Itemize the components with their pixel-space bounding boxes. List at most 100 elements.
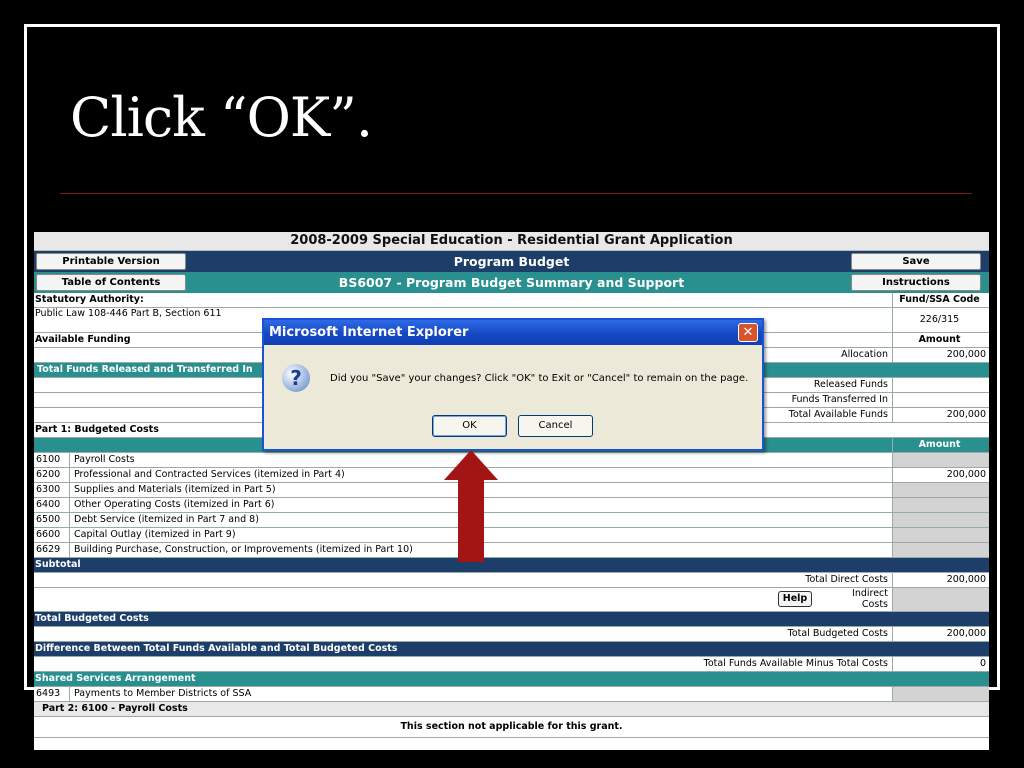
table-row: 6400 Other Operating Costs (itemized in P… bbox=[34, 498, 989, 513]
shared-services-desc: Payments to Member Districts of SSA bbox=[74, 688, 252, 699]
save-button[interactable]: Save bbox=[851, 253, 981, 270]
allocation-label: Allocation bbox=[841, 349, 888, 360]
object-amount[interactable] bbox=[892, 513, 989, 527]
part2-note-row: This section not applicable for this gra… bbox=[34, 717, 989, 738]
shared-services-label: Shared Services Arrangement bbox=[35, 673, 196, 684]
cancel-button[interactable]: Cancel bbox=[518, 415, 593, 437]
statutory-header-row: Statutory Authority: Fund/SSA Code bbox=[34, 293, 989, 308]
transferred-label: Funds Transferred In bbox=[791, 394, 888, 405]
application-title: 2008-2009 Special Education - Residentia… bbox=[34, 232, 989, 251]
object-description: Capital Outlay (itemized in Part 9) bbox=[74, 529, 236, 540]
table-row: 6600 Capital Outlay (itemized in Part 9) bbox=[34, 528, 989, 543]
schedule-bar: Table of Contents BS6007 - Program Budge… bbox=[34, 272, 989, 293]
part1-label: Part 1: Budgeted Costs bbox=[35, 424, 159, 435]
direct-costs-row: Total Direct Costs 200,000 bbox=[34, 573, 989, 588]
browser-page: 2008-2009 Special Education - Residentia… bbox=[34, 232, 989, 750]
total-available-value: 200,000 bbox=[892, 408, 989, 422]
object-code: 6200 bbox=[34, 468, 70, 482]
table-of-contents-button[interactable]: Table of Contents bbox=[36, 274, 186, 291]
part2-note: This section not applicable for this gra… bbox=[400, 721, 623, 732]
available-funding-label: Available Funding bbox=[35, 334, 131, 345]
difference-label: Difference Between Total Funds Available… bbox=[35, 643, 398, 654]
table-row: 6200 Professional and Contracted Services… bbox=[34, 468, 989, 483]
schedule-title: BS6007 - Program Budget Summary and Supp… bbox=[338, 275, 685, 290]
total-available-label: Total Available Funds bbox=[788, 409, 888, 420]
object-amount[interactable] bbox=[892, 483, 989, 497]
object-description: Professional and Contracted Services (it… bbox=[74, 469, 345, 480]
difference-row-label: Total Funds Available Minus Total Costs bbox=[703, 658, 888, 669]
amount-header: Amount bbox=[892, 333, 989, 347]
released-section-label: Total Funds Released and Transferred In bbox=[37, 364, 253, 375]
fund-code-header: Fund/SSA Code bbox=[892, 293, 989, 307]
subtotal-header: Subtotal bbox=[34, 558, 989, 573]
shared-services-row: 6493 Payments to Member Districts of SSA bbox=[34, 687, 989, 702]
budgeted-header: Total Budgeted Costs bbox=[34, 612, 989, 627]
indirect-label-line1: Indirect bbox=[852, 588, 888, 599]
object-code: 6600 bbox=[34, 528, 70, 542]
dialog-message: Did you "Save" your changes? Click "OK" … bbox=[330, 373, 749, 384]
difference-row: Total Funds Available Minus Total Costs … bbox=[34, 657, 989, 672]
ok-button[interactable]: OK bbox=[432, 415, 507, 437]
released-funds-label: Released Funds bbox=[813, 379, 888, 390]
fund-code-value: 226/315 bbox=[892, 308, 989, 332]
object-description: Debt Service (itemized in Part 7 and 8) bbox=[74, 514, 259, 525]
budgeted-value: 200,000 bbox=[892, 627, 989, 641]
dialog-title-bar: Microsoft Internet Explorer bbox=[264, 320, 762, 345]
indirect-costs-label: Indirect Costs bbox=[852, 588, 891, 611]
part2-label: Part 2: 6100 - Payroll Costs bbox=[42, 703, 188, 714]
printable-version-button[interactable]: Printable Version bbox=[36, 253, 186, 270]
indirect-label-line2: Costs bbox=[861, 599, 888, 610]
direct-costs-label: Total Direct Costs bbox=[805, 574, 888, 585]
confirm-dialog: Microsoft Internet Explorer ✕ ? Did you … bbox=[262, 318, 764, 451]
program-budget-bar: Printable Version Program Budget Save bbox=[34, 251, 989, 272]
red-arrow-up-icon bbox=[444, 450, 498, 562]
object-code: 6400 bbox=[34, 498, 70, 512]
statutory-law: Public Law 108-446 Part B, Section 611 bbox=[35, 308, 222, 319]
allocation-value: 200,000 bbox=[892, 348, 989, 362]
question-icon: ? bbox=[282, 364, 310, 392]
slide-title: Click “OK”. bbox=[70, 86, 373, 149]
budgeted-row-label: Total Budgeted Costs bbox=[787, 628, 888, 639]
indirect-costs-value[interactable] bbox=[892, 588, 989, 611]
object-amount[interactable]: 200,000 bbox=[892, 468, 989, 482]
object-description: Supplies and Materials (itemized in Part… bbox=[74, 484, 276, 495]
budgeted-row: Total Budgeted Costs 200,000 bbox=[34, 627, 989, 642]
difference-header: Difference Between Total Funds Available… bbox=[34, 642, 989, 657]
table-row: 6500 Debt Service (itemized in Part 7 and… bbox=[34, 513, 989, 528]
shared-services-header: Shared Services Arrangement bbox=[34, 672, 989, 687]
released-funds-value bbox=[892, 378, 989, 392]
budgeted-label: Total Budgeted Costs bbox=[35, 613, 149, 624]
shared-services-code: 6493 bbox=[34, 687, 70, 701]
statutory-label: Statutory Authority: bbox=[35, 294, 144, 305]
object-description: Building Purchase, Construction, or Impr… bbox=[74, 544, 413, 555]
object-code: 6300 bbox=[34, 483, 70, 497]
object-amount[interactable] bbox=[892, 528, 989, 542]
object-amount[interactable] bbox=[892, 453, 989, 467]
object-code: 6100 bbox=[34, 453, 70, 467]
program-budget-title: Program Budget bbox=[453, 254, 570, 269]
table-row: 6300 Supplies and Materials (itemized in … bbox=[34, 483, 989, 498]
indirect-costs-row: Help Indirect Costs bbox=[34, 588, 989, 612]
table-row: 6629 Building Purchase, Construction, or … bbox=[34, 543, 989, 558]
part1-amount-header: Amount bbox=[892, 438, 989, 452]
transferred-value bbox=[892, 393, 989, 407]
arrow-shape bbox=[444, 450, 498, 562]
object-code: 6500 bbox=[34, 513, 70, 527]
direct-costs-value: 200,000 bbox=[892, 573, 989, 587]
object-amount[interactable] bbox=[892, 498, 989, 512]
object-amount[interactable] bbox=[892, 543, 989, 557]
object-code: 6629 bbox=[34, 543, 70, 557]
close-icon[interactable]: ✕ bbox=[738, 323, 758, 342]
title-divider bbox=[60, 193, 972, 194]
object-description: Other Operating Costs (itemized in Part … bbox=[74, 499, 275, 510]
instructions-button[interactable]: Instructions bbox=[851, 274, 981, 291]
difference-value: 0 bbox=[892, 657, 989, 671]
table-row: 6100 Payroll Costs bbox=[34, 453, 989, 468]
shared-services-amount[interactable] bbox=[892, 687, 989, 701]
object-description: Payroll Costs bbox=[74, 454, 135, 465]
part1-rows: 6100 Payroll Costs 6200 Professional and Co… bbox=[34, 453, 989, 558]
dialog-title: Microsoft Internet Explorer bbox=[269, 325, 469, 340]
part2-header: Part 2: 6100 - Payroll Costs bbox=[34, 702, 989, 717]
subtotal-label: Subtotal bbox=[35, 559, 81, 570]
help-button[interactable]: Help bbox=[778, 591, 812, 607]
